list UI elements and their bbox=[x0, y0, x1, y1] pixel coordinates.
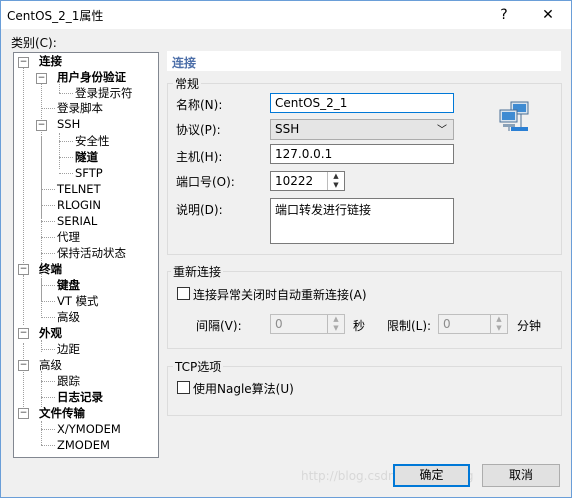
tree-item-margins[interactable]: 边距 bbox=[57, 342, 80, 357]
host-input[interactable]: 127.0.0.1 bbox=[270, 144, 454, 164]
tree-item-serial[interactable]: SERIAL bbox=[57, 214, 97, 229]
expander-appearance[interactable]: − bbox=[18, 328, 29, 339]
spin-down-icon[interactable]: ▼ bbox=[328, 324, 344, 333]
interval-value: 0 bbox=[275, 317, 283, 331]
tree-item-telnet[interactable]: TELNET bbox=[57, 182, 101, 197]
spin-up-icon[interactable]: ▲ bbox=[328, 315, 344, 324]
limit-input[interactable]: 0 ▲ ▼ bbox=[438, 314, 508, 334]
expander-connection[interactable]: − bbox=[18, 57, 29, 68]
general-group-label: 常规 bbox=[173, 75, 202, 92]
limit-spinner[interactable]: ▲ ▼ bbox=[490, 315, 507, 333]
limit-label: 限制(L): bbox=[387, 319, 432, 333]
tree-item-proxy[interactable]: 代理 bbox=[57, 230, 80, 245]
nagle-label[interactable]: 使用Nagle算法(U) bbox=[193, 380, 294, 397]
auto-reconnect-checkbox[interactable] bbox=[177, 287, 190, 300]
tree-item-logging[interactable]: 日志记录 bbox=[57, 390, 103, 405]
title-bar: CentOS_2_1属性 ? ✕ bbox=[1, 1, 571, 29]
help-button[interactable]: ? bbox=[489, 4, 519, 26]
window-title: CentOS_2_1属性 bbox=[7, 9, 104, 23]
expander-advanced[interactable]: − bbox=[18, 360, 29, 371]
protocol-select[interactable]: SSH ﹀ bbox=[270, 119, 454, 140]
chevron-down-icon: ﹀ bbox=[437, 125, 447, 136]
tree-item-user-auth[interactable]: 用户身份验证 bbox=[57, 70, 126, 85]
tree-item-ssh[interactable]: SSH bbox=[57, 117, 80, 132]
category-label: 类别(C): bbox=[11, 36, 57, 50]
seconds-label: 秒 bbox=[353, 319, 366, 333]
reconnect-group bbox=[167, 271, 562, 349]
name-label: 名称(N): bbox=[176, 98, 223, 112]
tree-item-terminal[interactable]: 终端 bbox=[39, 262, 62, 277]
tree-item-terminal-advanced[interactable]: 高级 bbox=[57, 310, 80, 325]
tree-item-trace[interactable]: 跟踪 bbox=[57, 374, 80, 389]
description-textarea[interactable]: 端口转发进行链接 bbox=[270, 198, 454, 244]
reconnect-group-label: 重新连接 bbox=[171, 263, 224, 280]
tree-item-keyboard[interactable]: 键盘 bbox=[57, 278, 80, 293]
tree-item-keep-alive[interactable]: 保持活动状态 bbox=[57, 246, 126, 261]
minutes-label: 分钟 bbox=[517, 319, 542, 333]
ok-button[interactable]: 确定 bbox=[393, 464, 470, 487]
panel-header: 连接 bbox=[167, 51, 561, 71]
tree-item-appearance[interactable]: 外观 bbox=[39, 326, 62, 341]
spin-down-icon[interactable]: ▼ bbox=[328, 181, 344, 190]
tree-item-login-script[interactable]: 登录脚本 bbox=[57, 101, 103, 116]
nagle-checkbox[interactable] bbox=[177, 381, 190, 394]
interval-spinner[interactable]: ▲ ▼ bbox=[327, 315, 344, 333]
spin-up-icon[interactable]: ▲ bbox=[328, 172, 344, 181]
expander-file-transfer[interactable]: − bbox=[18, 408, 29, 419]
expander-user-auth[interactable]: − bbox=[36, 73, 47, 84]
auto-reconnect-label[interactable]: 连接异常关闭时自动重新连接(A) bbox=[193, 286, 367, 303]
port-label: 端口号(O): bbox=[176, 175, 235, 189]
tree-item-sftp[interactable]: SFTP bbox=[75, 166, 103, 181]
expander-ssh[interactable]: − bbox=[36, 120, 47, 131]
port-input[interactable]: 10222 ▲ ▼ bbox=[270, 171, 345, 191]
spin-up-icon[interactable]: ▲ bbox=[491, 315, 507, 324]
tree-item-advanced[interactable]: 高级 bbox=[39, 358, 62, 373]
properties-dialog: CentOS_2_1属性 ? ✕ 类别(C): − − − − − − − 连接… bbox=[0, 0, 572, 498]
description-label: 说明(D): bbox=[176, 203, 223, 217]
tree-item-login-prompt[interactable]: 登录提示符 bbox=[75, 86, 133, 101]
category-tree[interactable]: − − − − − − − 连接 用户身份验证 登录提示符 登录脚本 SSH 安… bbox=[13, 52, 159, 458]
spin-down-icon[interactable]: ▼ bbox=[491, 324, 507, 333]
tree-item-zmodem[interactable]: ZMODEM bbox=[57, 438, 110, 453]
cancel-button[interactable]: 取消 bbox=[482, 464, 560, 487]
tcp-options-group-label: TCP选项 bbox=[173, 358, 224, 375]
name-input[interactable]: CentOS_2_1 bbox=[270, 93, 454, 113]
port-spinner[interactable]: ▲ ▼ bbox=[327, 172, 344, 190]
tree-item-tunnel[interactable]: 隧道 bbox=[75, 150, 98, 165]
tree-item-xymodem[interactable]: X/YMODEM bbox=[57, 422, 121, 437]
tree-item-vt-mode[interactable]: VT 模式 bbox=[57, 294, 99, 309]
panel-title: 连接 bbox=[172, 56, 197, 70]
close-button[interactable]: ✕ bbox=[533, 4, 563, 26]
host-label: 主机(H): bbox=[176, 150, 223, 164]
tree-item-connection[interactable]: 连接 bbox=[39, 54, 62, 69]
protocol-value: SSH bbox=[275, 122, 300, 136]
tree-item-file-transfer[interactable]: 文件传输 bbox=[39, 406, 85, 421]
interval-input[interactable]: 0 ▲ ▼ bbox=[270, 314, 345, 334]
tree-item-rlogin[interactable]: RLOGIN bbox=[57, 198, 101, 213]
limit-value: 0 bbox=[443, 317, 451, 331]
port-value: 10222 bbox=[275, 174, 314, 188]
protocol-label: 协议(P): bbox=[176, 123, 221, 137]
interval-label: 间隔(V): bbox=[196, 319, 242, 333]
tree-item-security[interactable]: 安全性 bbox=[75, 134, 110, 149]
network-icon bbox=[497, 99, 533, 135]
expander-terminal[interactable]: − bbox=[18, 264, 29, 275]
